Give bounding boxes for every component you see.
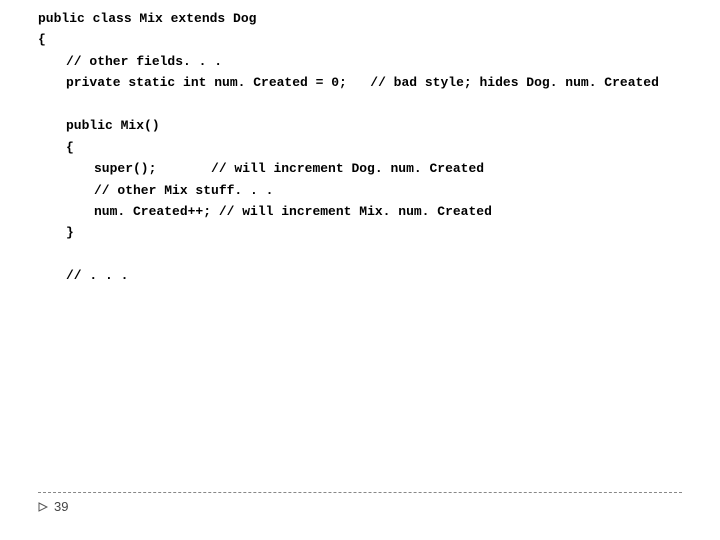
- code-line: // . . .: [38, 265, 720, 286]
- code-line: }: [38, 222, 720, 243]
- code-comment: // will increment Dog. num. Created: [211, 161, 484, 176]
- code-line: {: [38, 29, 720, 50]
- code-line: public Mix(): [38, 115, 720, 136]
- code-comment: // bad style; hides Dog. num. Created: [370, 75, 659, 90]
- code-line: // other fields. . .: [38, 51, 720, 72]
- blank-line: [38, 94, 720, 115]
- code-line: private static int num. Created = 0; // …: [38, 72, 720, 93]
- code-text: private static int num. Created = 0;: [66, 75, 347, 90]
- code-text: // other fields. . .: [66, 54, 222, 69]
- code-text: public class Mix extends Dog: [38, 11, 256, 26]
- code-text: }: [66, 225, 74, 240]
- play-icon: [38, 502, 48, 512]
- page-number: 39: [54, 499, 68, 514]
- code-text: {: [38, 32, 46, 47]
- code-text: // other Mix stuff. . .: [94, 183, 273, 198]
- blank-line: [38, 244, 720, 265]
- code-text: {: [66, 140, 74, 155]
- code-text: // . . .: [66, 268, 128, 283]
- code-slide: public class Mix extends Dog { // other …: [0, 0, 720, 287]
- code-text: super();: [94, 161, 156, 176]
- slide-footer: 39: [38, 492, 682, 514]
- code-comment: // will increment Mix. num. Created: [219, 204, 492, 219]
- code-line: {: [38, 137, 720, 158]
- code-line: super(); // will increment Dog. num. Cre…: [38, 158, 720, 179]
- code-line: num. Created++; // will increment Mix. n…: [38, 201, 720, 222]
- code-text: num. Created++;: [94, 204, 211, 219]
- code-line: public class Mix extends Dog: [38, 8, 720, 29]
- code-text: public Mix(): [66, 118, 160, 133]
- code-line: // other Mix stuff. . .: [38, 180, 720, 201]
